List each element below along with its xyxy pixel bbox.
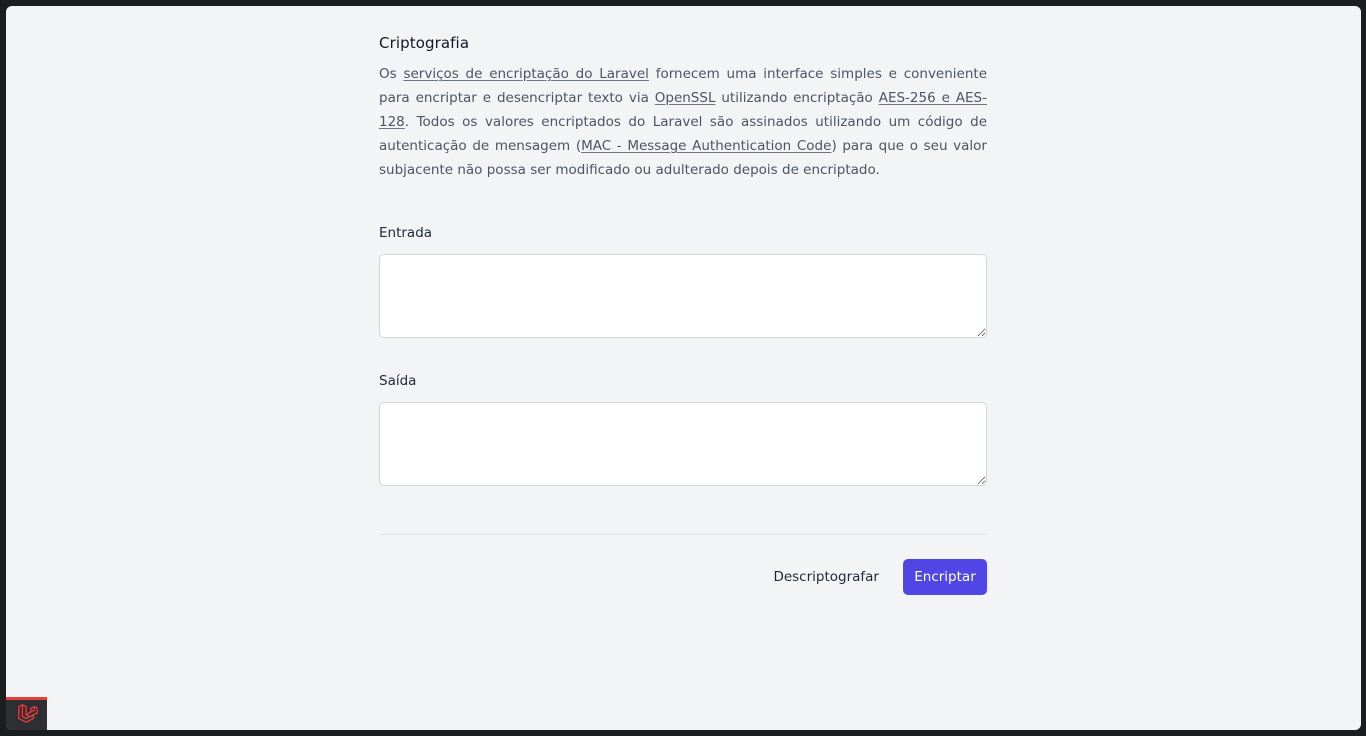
openssl-link[interactable]: OpenSSL: [655, 90, 716, 106]
page-title: Criptografia: [379, 34, 470, 52]
input-textarea[interactable]: [379, 254, 987, 338]
laravel-encryption-link[interactable]: serviços de encriptação do Laravel: [403, 66, 648, 82]
mac-link[interactable]: MAC - Message Authentication Code: [581, 138, 831, 154]
laravel-logo-icon: [16, 702, 38, 728]
debugbar-toggle[interactable]: [6, 697, 47, 730]
description-text: utilizando encriptação: [715, 90, 879, 106]
encrypt-button[interactable]: Encriptar: [903, 559, 987, 595]
app-window: Criptografia Os serviços de encriptação …: [6, 6, 1361, 730]
description-text: Os: [379, 66, 404, 82]
page-description: Os serviços de encriptação do Laravel fo…: [379, 62, 987, 182]
output-textarea[interactable]: [379, 402, 987, 486]
output-label: Saída: [379, 373, 417, 389]
input-label: Entrada: [379, 225, 433, 241]
decrypt-button[interactable]: Descriptografar: [773, 559, 879, 595]
divider: [379, 534, 987, 535]
